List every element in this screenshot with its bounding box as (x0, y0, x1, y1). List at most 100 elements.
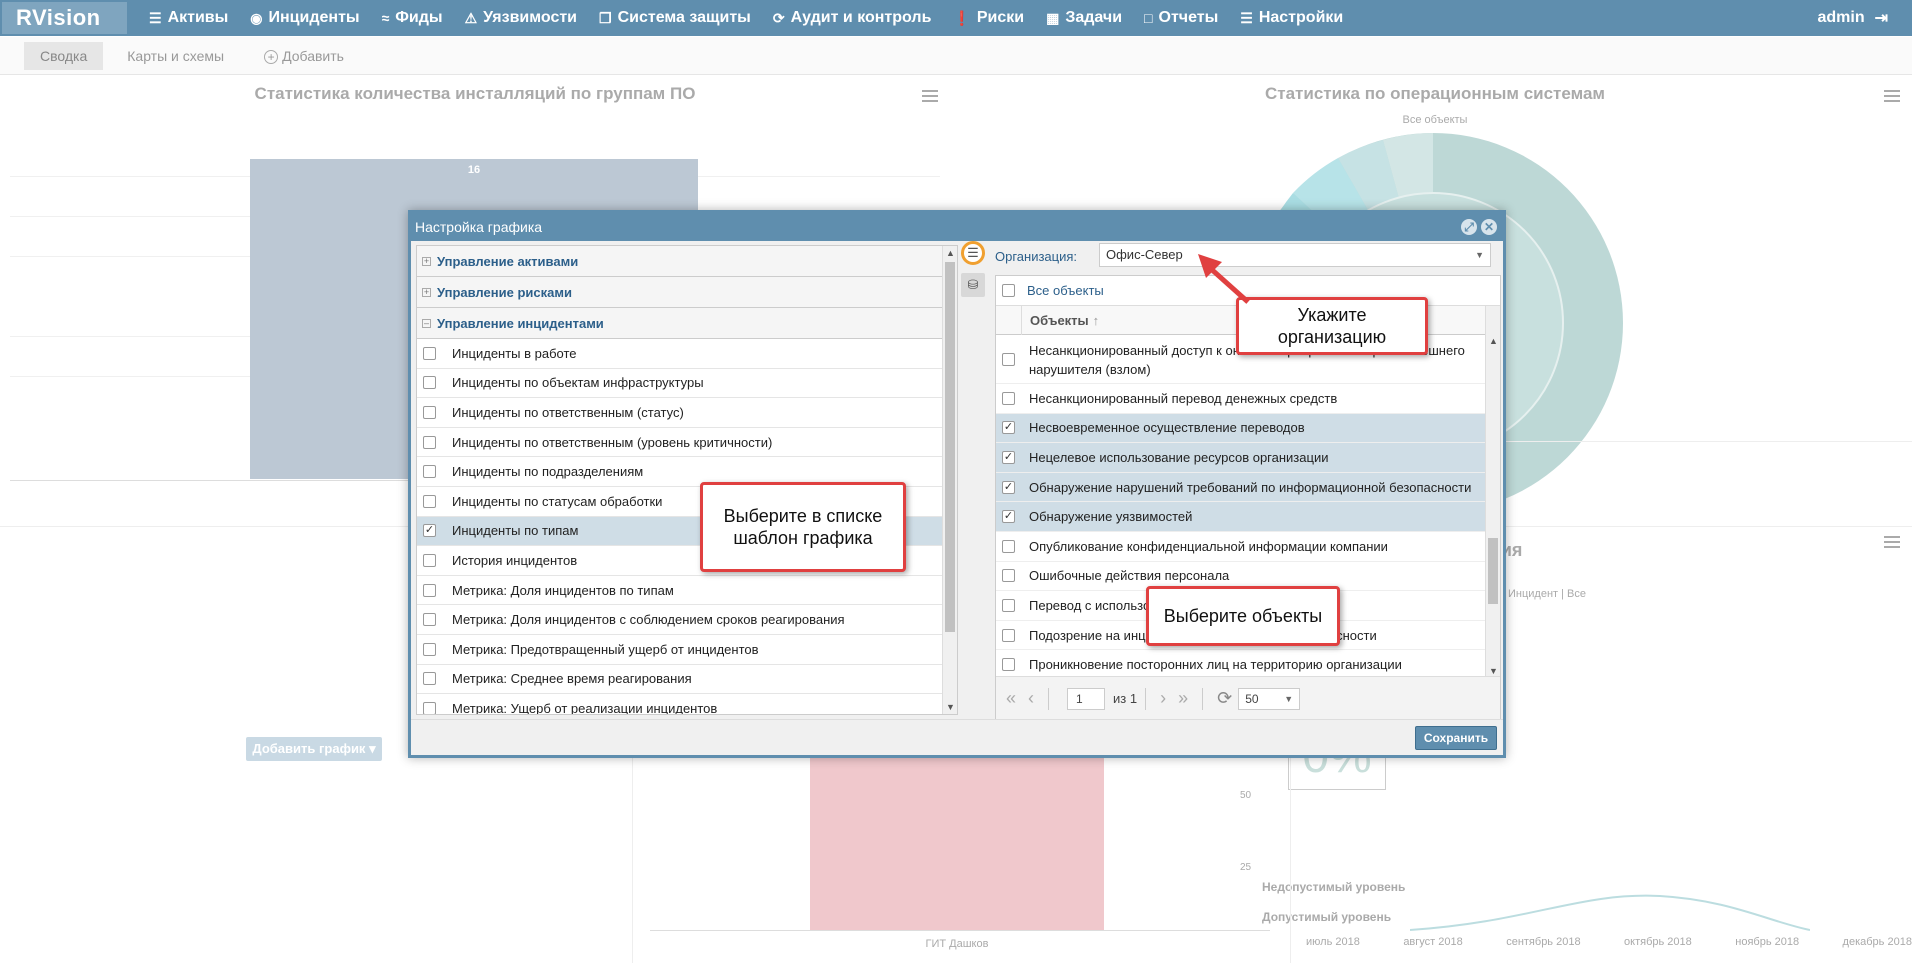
page-size-select[interactable]: 50 ▼ (1238, 687, 1301, 710)
checkbox[interactable] (423, 494, 436, 508)
prev-page-icon[interactable]: ‹ (1028, 688, 1034, 709)
checkbox[interactable] (1002, 569, 1015, 583)
org-select[interactable]: Офис-Север ▼ (1099, 243, 1491, 267)
x-tick: ноябрь 2018 (1735, 936, 1800, 948)
object-row[interactable]: Проникновение посторонних лиц на террито… (996, 650, 1486, 678)
checkbox[interactable] (423, 613, 436, 627)
close-icon[interactable]: ✕ (1481, 219, 1497, 235)
template-item[interactable]: Метрика: Ущерб от реализации инцидентов (417, 694, 957, 714)
scrollbar[interactable]: ▲ ▼ (942, 246, 957, 714)
template-item[interactable]: Инциденты по ответственным (статус) (417, 398, 957, 428)
data-source-icon[interactable]: ⛁ (961, 273, 985, 297)
checkbox[interactable] (423, 642, 436, 656)
checkbox[interactable] (423, 553, 436, 567)
scroll-thumb[interactable] (945, 262, 955, 632)
nav-item-reports[interactable]: □ Отчеты (1144, 9, 1218, 27)
template-item[interactable]: Инциденты по объектам инфраструктуры (417, 369, 957, 399)
user-menu[interactable]: admin ⇥ (1817, 8, 1888, 28)
sync-icon: ⟳ (772, 9, 785, 26)
chat-icon: □ (1144, 10, 1153, 26)
template-item[interactable]: Метрика: Доля инцидентов с соблюдением с… (417, 605, 957, 635)
checkbox[interactable] (1002, 539, 1015, 553)
object-row[interactable]: Опубликование конфиденциальной информаци… (996, 532, 1486, 562)
checkbox[interactable] (423, 465, 436, 479)
group-assets[interactable]: + Управление активами (417, 246, 957, 277)
checkbox[interactable] (423, 376, 436, 390)
template-item[interactable]: Метрика: Предотвращенный ущерб от инциде… (417, 635, 957, 665)
template-settings-icon[interactable]: ☰ (961, 241, 985, 265)
nav-item-audit[interactable]: ⟳ Аудит и контроль (773, 9, 932, 27)
last-page-icon[interactable]: » (1178, 688, 1188, 709)
nav-item-settings[interactable]: ☰ Настройки (1240, 9, 1343, 27)
group-incidents[interactable]: – Управление инцидентами (417, 308, 957, 339)
widget-menu-icon[interactable] (922, 90, 938, 102)
object-row[interactable]: Несанкционированный перевод денежных сре… (996, 384, 1486, 414)
checkbox-checked[interactable]: ✓ (1002, 450, 1015, 464)
add-chart-button[interactable]: Добавить график ▾ (246, 737, 382, 761)
checkbox[interactable] (423, 672, 436, 686)
checkbox[interactable] (423, 405, 436, 419)
maximize-icon[interactable]: ⤢ (1461, 219, 1477, 235)
first-page-icon[interactable]: « (1006, 688, 1016, 709)
scroll-up-icon[interactable]: ▲ (943, 246, 957, 260)
checkbox[interactable] (1002, 353, 1015, 366)
pager: « ‹ 1 из 1 › » ⟳ 50 ▼ (996, 676, 1500, 720)
next-page-icon[interactable]: › (1160, 688, 1166, 709)
template-item[interactable]: Метрика: Среднее время реагирования (417, 665, 957, 695)
template-item[interactable]: Инциденты в работе (417, 339, 957, 369)
checkbox[interactable] (1002, 628, 1015, 642)
brand-logo[interactable]: RVision (2, 2, 127, 34)
expand-icon[interactable]: + (422, 256, 431, 266)
nav-item-tasks[interactable]: ▦ Задачи (1046, 9, 1122, 27)
widget-menu-icon[interactable] (1884, 536, 1900, 548)
nav-item-feeds[interactable]: ≈ Фиды (382, 9, 443, 27)
arrow-icon (1198, 254, 1250, 304)
template-item[interactable]: Метрика: Доля инцидентов по типам (417, 576, 957, 606)
checkbox[interactable] (1002, 598, 1015, 612)
checkbox[interactable] (423, 583, 436, 597)
sort-asc-icon[interactable]: ↑ (1093, 313, 1100, 328)
add-tab-button[interactable]: + Добавить (248, 42, 360, 70)
widget-title: Статистика по операционным системам (1264, 84, 1605, 103)
modal-title: Настройка графика (415, 219, 543, 235)
chart-settings-modal: Настройка графика ⤢ ✕ + Управление актива… (408, 210, 1506, 758)
checkbox-checked[interactable]: ✓ (1002, 480, 1015, 494)
nav-item-assets[interactable]: ☰ Активы (149, 9, 228, 27)
checkbox[interactable] (1002, 391, 1015, 405)
scroll-up-icon[interactable]: ▲ (1486, 334, 1500, 348)
checkbox[interactable] (1002, 658, 1015, 672)
save-button[interactable]: Сохранить (1415, 726, 1497, 750)
refresh-icon[interactable]: ⟳ (1217, 688, 1232, 709)
level-unacceptable: Недопустимый уровень (1262, 880, 1406, 894)
nav-item-vulnerabilities[interactable]: ⚠ Уязвимости (465, 9, 577, 27)
checkbox[interactable] (423, 346, 436, 360)
tab-summary[interactable]: Сводка (24, 41, 104, 70)
object-row-selected[interactable]: ✓ Нецелевое использование ресурсов органи… (996, 443, 1486, 473)
logout-icon[interactable]: ⇥ (1875, 8, 1888, 28)
scroll-thumb[interactable] (1488, 538, 1498, 604)
group-risks[interactable]: + Управление рисками (417, 277, 957, 308)
nav-item-protection[interactable]: ❐ Система защиты (599, 9, 751, 27)
scrollbar[interactable]: ▲ ▼ (1485, 306, 1500, 678)
scroll-down-icon[interactable]: ▼ (943, 700, 957, 714)
checkbox-checked[interactable]: ✓ (1002, 421, 1015, 435)
checkbox[interactable] (1002, 284, 1015, 297)
object-row-selected[interactable]: ✓ Несвоевременное осуществление переводов (996, 413, 1486, 444)
object-row-selected[interactable]: ✓ Обнаружение уязвимостей (996, 502, 1486, 532)
chevron-down-icon: ▼ (1475, 250, 1484, 260)
tab-maps[interactable]: Карты и схемы (111, 42, 240, 70)
nav-item-incidents[interactable]: ◉ Инциденты (250, 9, 359, 27)
nav-item-risks[interactable]: ❗ Риски (953, 9, 1024, 27)
callout-template: Выберите в списке шаблон графика (700, 482, 906, 572)
template-item[interactable]: Инциденты по ответственным (уровень крит… (417, 428, 957, 458)
expand-icon[interactable]: + (422, 287, 431, 297)
widget-menu-icon[interactable] (1884, 90, 1900, 102)
collapse-icon[interactable]: – (422, 318, 431, 328)
page-input[interactable]: 1 (1067, 687, 1106, 710)
checkbox-checked[interactable]: ✓ (423, 524, 436, 538)
checkbox[interactable] (423, 701, 436, 714)
checkbox-checked[interactable]: ✓ (1002, 510, 1015, 524)
object-row-selected[interactable]: ✓ Обнаружение нарушений требований по инф… (996, 472, 1486, 503)
checkbox[interactable] (423, 435, 436, 449)
alert-icon: ❗ (953, 9, 971, 26)
